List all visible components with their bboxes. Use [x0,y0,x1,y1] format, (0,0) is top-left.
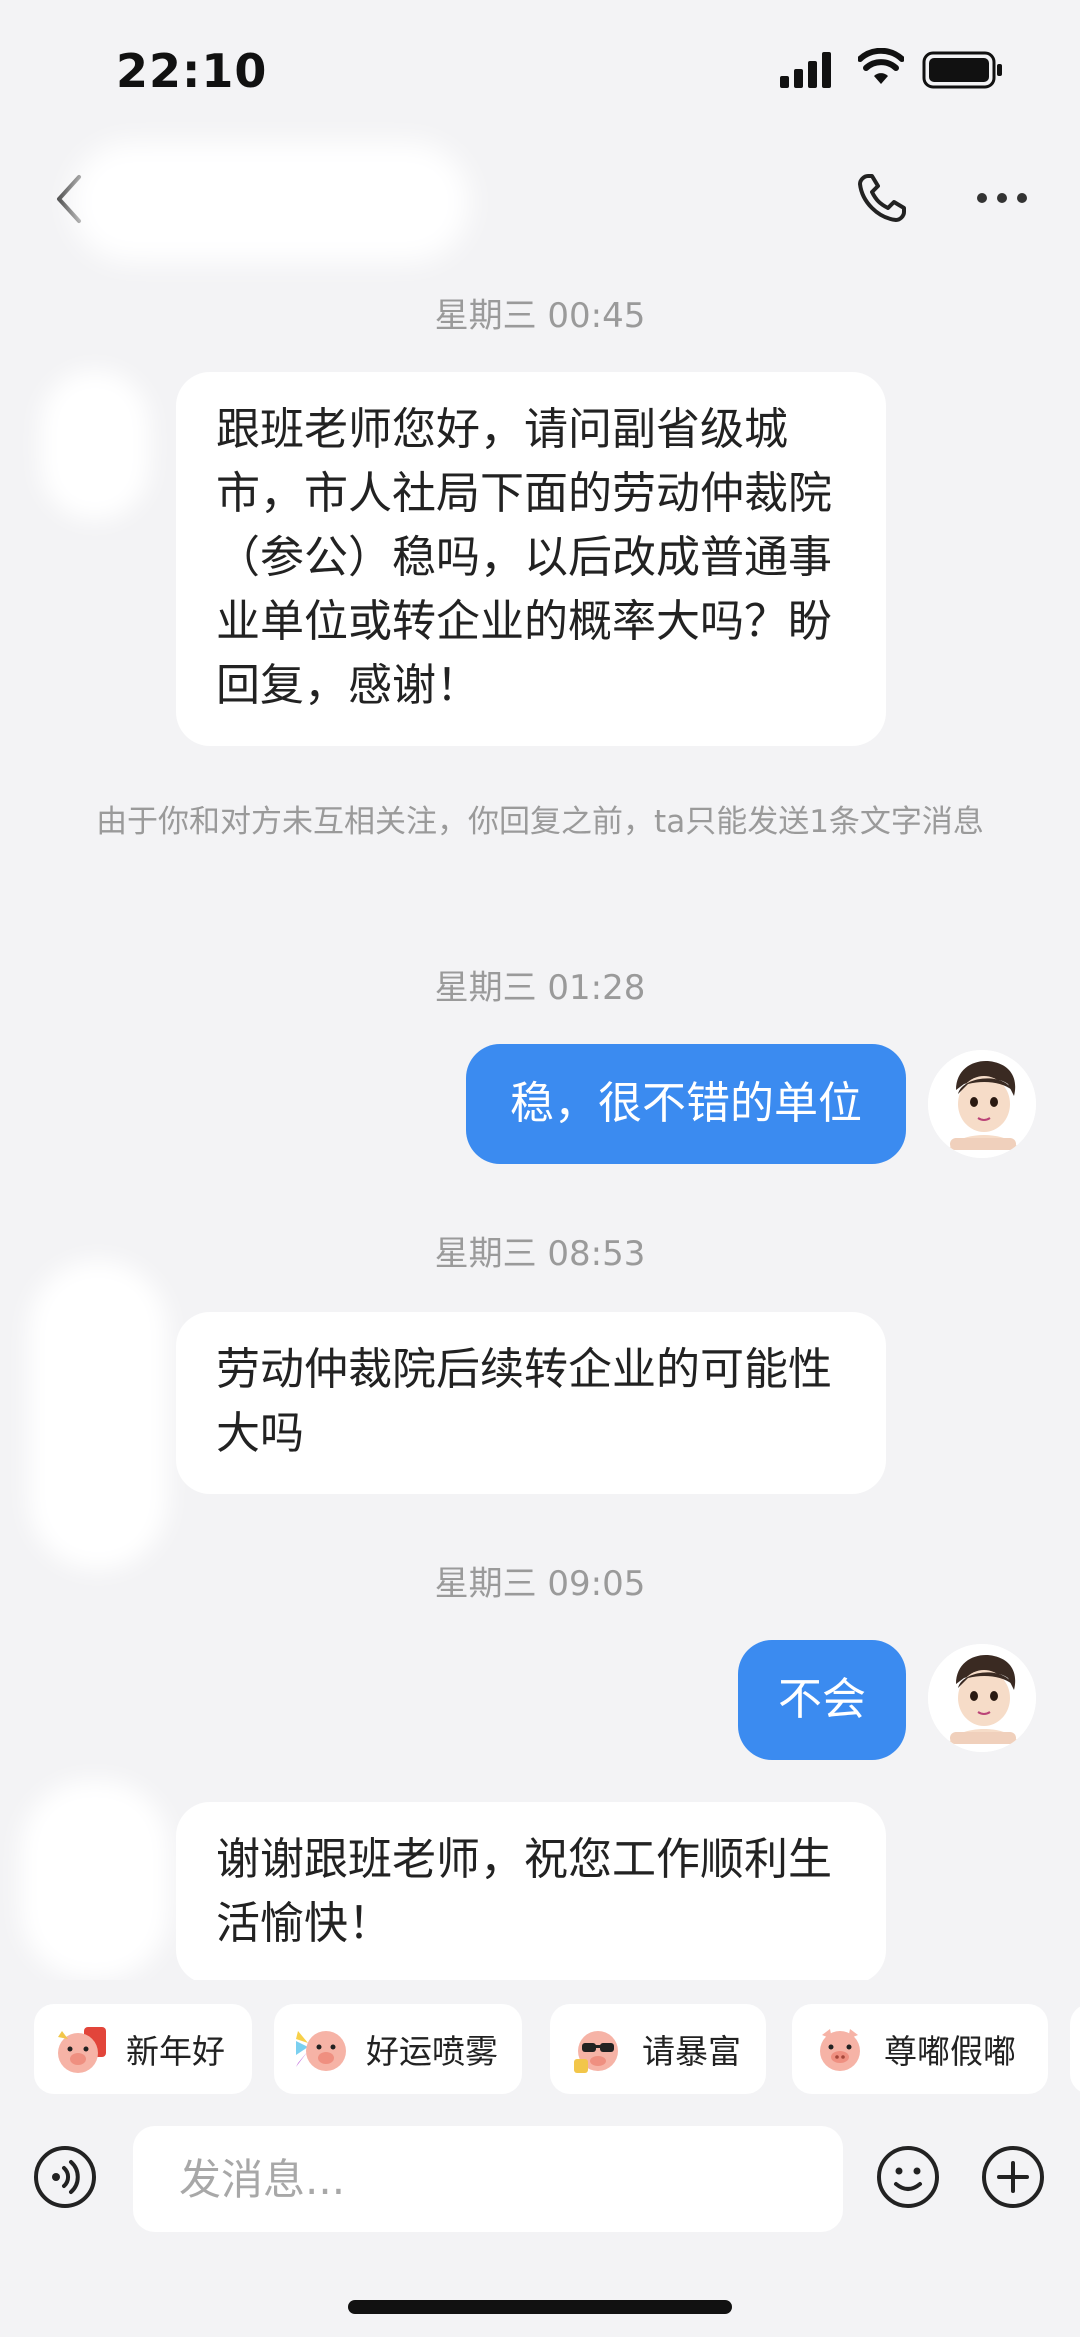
phone-icon [858,174,906,222]
sticker-chip[interactable]: 请暴富 [550,2004,766,2094]
status-time: 22:10 [116,44,268,98]
my-avatar[interactable] [928,1050,1036,1158]
sticker-chip[interactable]: 尊嘟假嘟 [792,2004,1048,2094]
pig-face-icon [820,2029,860,2071]
cartoon-avatar-icon [928,1644,1036,1752]
wifi-icon [858,48,904,84]
more-icon [977,193,1027,203]
voice-icon[interactable] [32,2144,98,2210]
sender-avatar-blurred[interactable] [28,1260,168,1570]
input-bar [0,2116,1080,2236]
more-button[interactable] [970,168,1034,228]
outgoing-message-bubble[interactable]: 不会 [738,1640,906,1760]
pig-sunglasses-icon [574,2031,618,2073]
bottom-panel: 新年好 好运喷雾 请暴富 尊嘟假嘟 发消息... [0,1980,1080,2337]
chat-header [0,140,1080,262]
sticker-chip[interactable] [1070,2004,1080,2094]
sender-avatar-blurred[interactable] [20,1780,170,1980]
pig-spray-icon [296,2031,346,2071]
signal-icon [780,52,831,88]
pig-newyear-icon [58,2027,106,2073]
outgoing-message-bubble[interactable]: 稳，很不错的单位 [466,1044,906,1164]
message-input[interactable] [133,2126,843,2232]
home-indicator[interactable] [348,2300,732,2314]
quick-sticker-row: 新年好 好运喷雾 请暴富 尊嘟假嘟 [34,2004,1080,2094]
call-button[interactable] [848,164,916,232]
battery-icon [922,51,1002,89]
my-avatar[interactable] [928,1644,1036,1752]
status-bar: 22:10 [0,0,1080,140]
message-timestamp: 星期三 08:53 [434,1234,646,1274]
incoming-message-bubble[interactable]: 谢谢跟班老师，祝您工作顺利生活愉快！ [176,1802,886,1984]
contact-name-blurred[interactable] [70,142,470,262]
status-icons [780,48,1010,96]
message-timestamp: 星期三 00:45 [434,296,646,336]
incoming-message-bubble[interactable]: 劳动仲裁院后续转企业的可能性大吗 [176,1312,886,1494]
message-timestamp: 星期三 09:05 [434,1564,646,1604]
cartoon-avatar-icon [928,1050,1036,1158]
emoji-icon[interactable] [875,2144,941,2210]
system-notice: 由于你和对方未互相关注，你回复之前，ta只能发送1条文字消息 [96,804,984,840]
incoming-message-bubble[interactable]: 跟班老师您好，请问副省级城市，市人社局下面的劳动仲裁院（参公）稳吗，以后改成普通… [176,372,886,746]
sticker-chip[interactable]: 好运喷雾 [274,2004,522,2094]
message-timestamp: 星期三 01:28 [434,968,646,1008]
sender-avatar-blurred[interactable] [40,370,150,520]
sticker-chip[interactable]: 新年好 [34,2004,252,2094]
plus-icon[interactable] [980,2144,1046,2210]
